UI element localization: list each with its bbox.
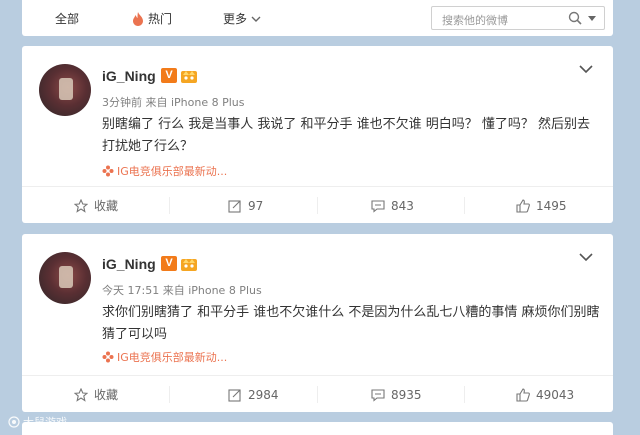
comment-button[interactable]: 8935 — [371, 376, 422, 413]
divider — [464, 197, 465, 214]
search-box[interactable]: 搜索他的微博 — [431, 6, 605, 30]
flower-icon — [102, 351, 114, 363]
star-icon — [74, 198, 88, 213]
post-card-partial — [22, 422, 613, 435]
forward-icon — [228, 199, 241, 213]
thumbs-up-icon — [516, 198, 530, 213]
comment-icon — [371, 388, 385, 402]
username[interactable]: iG_Ning — [102, 256, 156, 272]
post-meta: 今天 17:51 来自 iPhone 8 Plus — [102, 284, 262, 297]
forward-icon — [228, 388, 241, 402]
divider — [169, 386, 170, 403]
favorite-label: 收藏 — [94, 388, 119, 402]
tab-all-label: 全部 — [55, 12, 80, 26]
post-source-label: IG电竞俱乐部最新动... — [117, 165, 228, 178]
watermark-text: 大鼠游戏 — [23, 416, 67, 429]
comment-count: 8935 — [391, 387, 422, 402]
post-meta: 3分钟前 来自 iPhone 8 Plus — [102, 96, 245, 109]
top-nav-bar: 全部 热门 更多 搜索他的微博 — [22, 0, 613, 36]
post-card: iG_Ning V 今天 17:51 来自 iPhone 8 Plus 求你们别… — [22, 234, 613, 412]
tab-more[interactable]: 更多 — [223, 10, 261, 27]
watermark-logo-icon — [8, 416, 20, 428]
post-text: 别瞎编了 行么 我是当事人 我说了 和平分手 谁也不欠谁 明白吗？ 懂了吗？ 然… — [102, 117, 591, 154]
post-source-link[interactable]: IG电竞俱乐部最新动... — [102, 349, 227, 365]
member-crown-icon[interactable] — [180, 255, 198, 272]
chevron-down-icon — [251, 16, 261, 22]
chevron-down-icon[interactable] — [579, 64, 593, 74]
post-source-link[interactable]: IG电竞俱乐部最新动... — [102, 163, 227, 179]
tab-hot-label: 热门 — [148, 12, 173, 26]
comment-icon — [371, 199, 385, 213]
username[interactable]: iG_Ning — [102, 68, 156, 84]
divider — [317, 197, 318, 214]
divider — [317, 386, 318, 403]
favorite-button[interactable]: 收藏 — [74, 187, 118, 224]
post-text: 求你们别瞎猜了 和平分手 谁也不欠谁什么 不是因为什么乱七八糟的事情 麻烦你们别… — [102, 305, 600, 342]
member-crown-icon[interactable] — [180, 67, 198, 84]
search-dropdown-caret-icon[interactable] — [588, 16, 596, 21]
post-actions: 收藏 97 843 1495 — [22, 186, 613, 223]
like-button[interactable]: 49043 — [516, 376, 574, 413]
forward-count: 97 — [248, 198, 264, 213]
chevron-down-icon[interactable] — [579, 252, 593, 262]
search-icon[interactable] — [568, 11, 582, 25]
forward-count: 2984 — [248, 387, 279, 402]
favorite-label: 收藏 — [94, 199, 119, 213]
like-button[interactable]: 1495 — [516, 187, 567, 224]
comment-count: 843 — [391, 198, 414, 213]
star-icon — [74, 387, 88, 402]
avatar[interactable] — [39, 64, 91, 116]
favorite-button[interactable]: 收藏 — [74, 376, 118, 413]
tab-more-label: 更多 — [223, 12, 248, 26]
tab-all[interactable]: 全部 — [55, 10, 79, 27]
like-count: 49043 — [536, 387, 575, 402]
tab-hot[interactable]: 热门 — [132, 10, 172, 27]
like-count: 1495 — [536, 198, 567, 213]
forward-button[interactable]: 2984 — [228, 376, 279, 413]
search-placeholder: 搜索他的微博 — [442, 14, 508, 27]
watermark: 大鼠游戏 — [8, 414, 67, 430]
divider — [464, 386, 465, 403]
fire-icon — [133, 11, 143, 26]
post-card: iG_Ning V 3分钟前 来自 iPhone 8 Plus 别瞎编了 行么 … — [22, 46, 613, 223]
thumbs-up-icon — [516, 387, 530, 402]
verified-badge: V — [161, 68, 177, 83]
post-source-label: IG电竞俱乐部最新动... — [117, 351, 228, 364]
flower-icon — [102, 165, 114, 177]
verified-badge: V — [161, 256, 177, 271]
post-actions: 收藏 2984 8935 49043 — [22, 375, 613, 412]
divider — [169, 197, 170, 214]
avatar[interactable] — [39, 252, 91, 304]
comment-button[interactable]: 843 — [371, 187, 414, 224]
forward-button[interactable]: 97 — [228, 187, 263, 224]
